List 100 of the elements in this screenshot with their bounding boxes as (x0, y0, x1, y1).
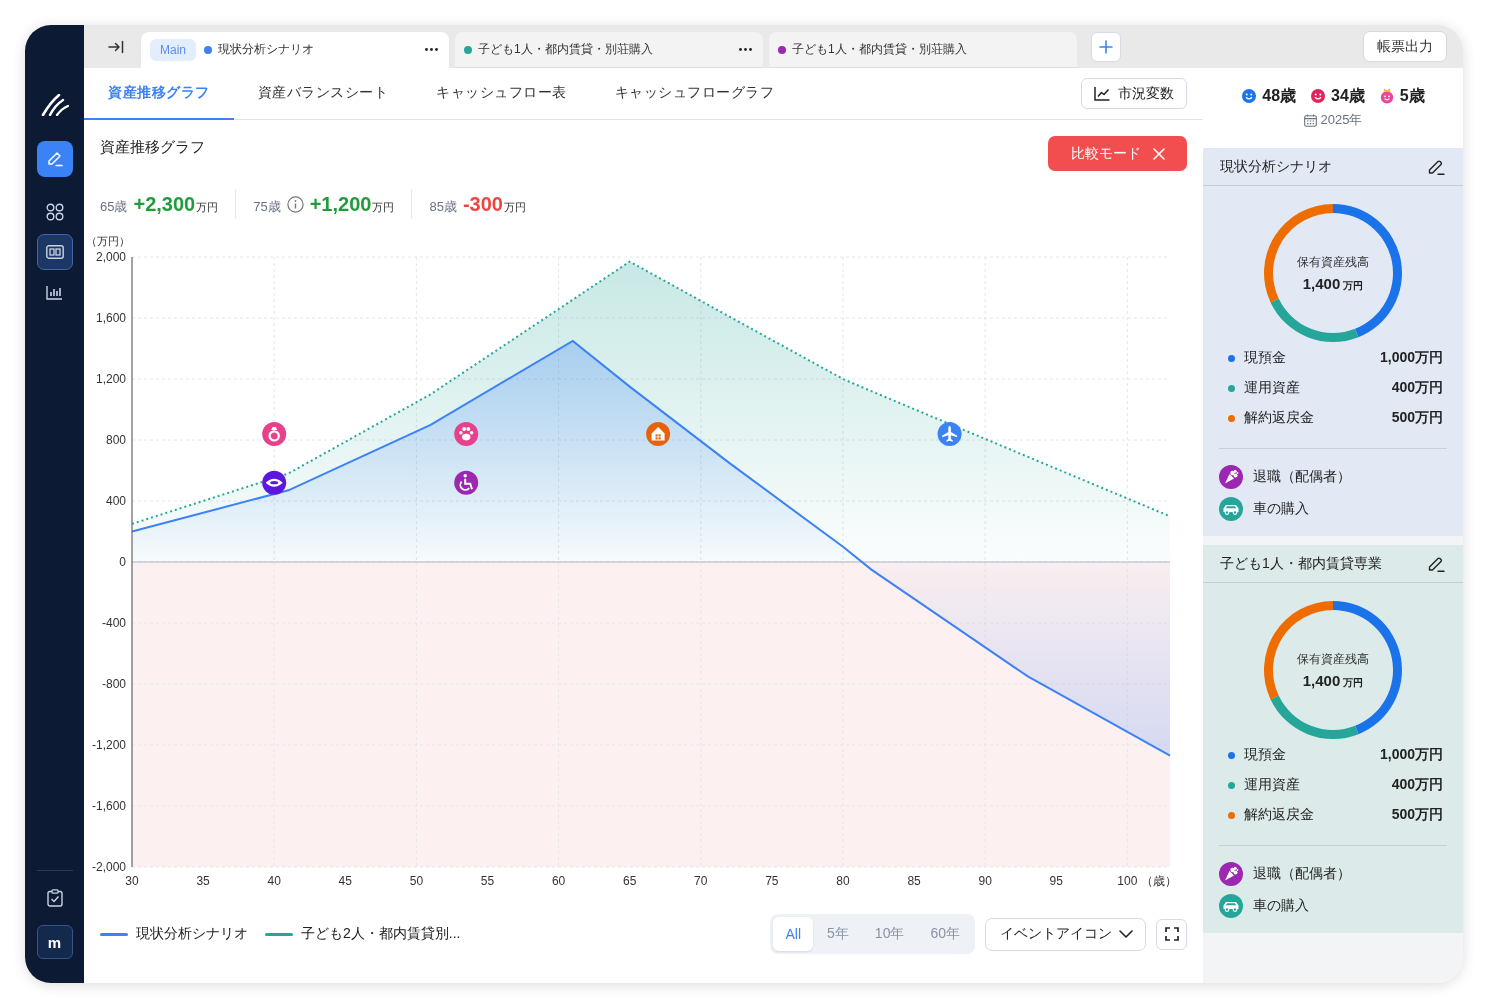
milestone-value: -300 (462, 192, 503, 217)
edit-button[interactable] (36, 141, 73, 177)
x-tick-label: 80 (836, 874, 850, 888)
member-age: 5歳 (1399, 85, 1425, 106)
donut-title: 保有資産残高 (1297, 650, 1369, 668)
edit-icon[interactable] (1427, 554, 1445, 573)
x-tick-label: 40 (267, 874, 281, 888)
event-label: 車の購入 (1253, 897, 1309, 915)
user-avatar-button[interactable]: m (36, 925, 73, 959)
scenario-title: 子ども1人・都内賃貸専業 (1220, 554, 1382, 573)
member-age: 34歳 (1331, 85, 1365, 106)
logo-icon (40, 94, 69, 116)
member-age: 48歳 (1262, 85, 1297, 106)
y-tick-label: 400 (105, 494, 126, 508)
plus-icon (1099, 39, 1113, 54)
section-title: 資産推移グラフ (100, 137, 205, 157)
x-tick-label: 65 (623, 874, 637, 888)
scenario-title: 現状分析シナリオ (1220, 157, 1332, 176)
y-tick-label: 1,600 (95, 311, 126, 325)
y-axis-unit: （万円） (86, 235, 130, 247)
asset-label: 運用資産 (1244, 776, 1300, 794)
asset-amount: 500万円 (1391, 806, 1443, 824)
compare-mode-button[interactable]: 比較モード (1048, 136, 1187, 171)
total-unit: 万円 (1343, 675, 1364, 690)
x-tick-label: 85 (907, 874, 921, 888)
x-tick-label: 30 (125, 874, 139, 888)
house-icon[interactable] (646, 421, 671, 446)
x-tick-label: 70 (694, 874, 708, 888)
x-tick-label: 50 (409, 874, 424, 888)
market-variables-button[interactable]: 市況変数 (1081, 78, 1187, 109)
edit-icon[interactable] (1427, 157, 1445, 176)
y-tick-label: 800 (105, 433, 126, 447)
asset-amount: 500万円 (1391, 409, 1443, 427)
y-tick-label: 1,200 (95, 372, 126, 386)
x-tick-label: 55 (480, 874, 495, 888)
legend-label: 子ども2人・都内賃貸別... (301, 925, 461, 943)
y-tick-label: -2,000 (91, 860, 126, 874)
fullscreen-icon (1164, 927, 1179, 941)
more-icon[interactable] (739, 48, 752, 51)
add-tab-button[interactable] (1091, 31, 1121, 62)
view-tab[interactable]: キャッシュフローグラフ (590, 68, 798, 120)
milestone-age: 75歳 (253, 198, 281, 216)
x-tick-label: 35 (196, 874, 210, 888)
ring-icon[interactable] (262, 421, 287, 446)
view-tab[interactable]: キャッシュフロー表 (412, 68, 591, 120)
total-unit: 万円 (1343, 278, 1364, 293)
milestone-value: +1,200 (309, 192, 372, 217)
pencil-icon (45, 150, 64, 168)
eye-icon[interactable] (262, 470, 287, 495)
info-icon[interactable] (286, 195, 304, 213)
view-tab[interactable]: 資産バランスシート (233, 68, 412, 120)
x-tick-label: 60 (551, 874, 566, 888)
scenario-tab[interactable]: Main 現状分析シナリオ (141, 32, 449, 68)
event-label: 退職（配偶者） (1253, 468, 1351, 486)
y-tick-label: -800 (101, 677, 126, 691)
calendar-icon (1303, 113, 1317, 127)
grid-icon (45, 203, 64, 221)
asset-label: 現預金 (1244, 349, 1286, 367)
bar-chart-icon (46, 284, 63, 300)
y-tick-label: -1,200 (91, 738, 126, 752)
export-button[interactable]: 帳票出力 (1363, 31, 1447, 62)
asset-amount: 400万円 (1391, 776, 1443, 794)
asset-label: 現預金 (1244, 746, 1286, 764)
x-tick-label: 90 (978, 874, 992, 888)
fullscreen-button[interactable] (1156, 918, 1187, 950)
x-axis-unit: （歳） (1141, 874, 1178, 888)
x-tick-label: 45 (338, 874, 352, 888)
airplane-icon[interactable] (937, 421, 962, 446)
plan-year: 2025年 (1320, 111, 1363, 129)
sidebar-nav-item[interactable] (36, 234, 73, 270)
clipboard-check-icon[interactable] (46, 889, 63, 907)
x-tick-label: 75 (765, 874, 779, 888)
event-icon-dropdown[interactable]: イベントアイコン (985, 917, 1146, 951)
donut-title: 保有資産残高 (1297, 253, 1369, 271)
y-tick-label: 2,000 (95, 250, 126, 264)
milestone-value: +2,300 (133, 192, 196, 217)
asset-amount: 1,000万円 (1379, 746, 1443, 764)
compare-icon (45, 245, 64, 259)
y-tick-label: -1,600 (91, 799, 126, 813)
asset-label: 解約返戻金 (1244, 409, 1314, 427)
main-badge: Main (150, 38, 196, 61)
scenario-tab[interactable]: 子ども1人・都内賃貸・別荘購入 (455, 32, 763, 68)
asset-label: 解約返戻金 (1244, 806, 1314, 824)
view-tab[interactable]: 資産推移グラフ (84, 68, 234, 120)
asset-label: 運用資産 (1244, 379, 1300, 397)
milestone-unit: 万円 (503, 200, 526, 215)
milestone-unit: 万円 (372, 200, 395, 215)
expand-panel-icon[interactable] (108, 39, 124, 54)
range-option[interactable]: All (773, 917, 814, 951)
x-tick-label: 100 (1117, 874, 1138, 888)
y-tick-label: -400 (101, 616, 126, 630)
wheelchair-icon[interactable] (454, 470, 479, 495)
more-icon[interactable] (425, 48, 438, 51)
milestone-age: 65歳 (100, 198, 128, 216)
line-chart-icon (1094, 86, 1110, 101)
milestone-unit: 万円 (196, 200, 219, 215)
total-amount: 1,400 (1302, 671, 1341, 689)
chevron-down-icon (1119, 930, 1133, 938)
scenario-tab[interactable]: 子ども1人・都内賃貸・別荘購入 (769, 32, 1077, 68)
paw-icon[interactable] (454, 421, 479, 446)
